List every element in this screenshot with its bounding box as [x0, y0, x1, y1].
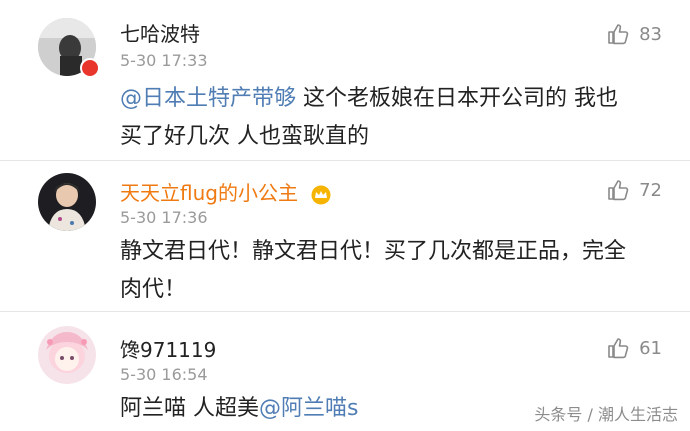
mention-link[interactable]: @阿兰喵s [259, 396, 358, 421]
comment-item: 七哈波特 5-30 17:33 83 @日本土特产带够 这个老板娘在日本开公司的… [0, 0, 690, 160]
comment-text: 阿兰喵 人超美@阿兰喵s [120, 390, 358, 428]
like-count: 83 [639, 23, 662, 45]
timestamp: 5-30 17:33 [120, 51, 208, 70]
like-button[interactable]: 61 [607, 336, 662, 360]
avatar[interactable] [38, 326, 96, 384]
avatar-image [38, 326, 96, 384]
comment-item: 天天立flug的小公主 5-30 17:36 72 静文君日代！静文君日代！买了… [0, 161, 690, 311]
thumbs-up-icon [608, 338, 629, 359]
comment-text: 静文君日代！静文君日代！买了几次都是正品，完全 肉代！ [120, 233, 626, 309]
thumbs-up-icon [608, 180, 629, 201]
watermark: 头条号 / 潮人生活志 [534, 405, 678, 424]
comment-text-line2: 买了好几次 人也蛮耿直的 [120, 124, 369, 149]
like-count: 72 [639, 179, 662, 201]
like-button[interactable]: 72 [607, 178, 662, 202]
mention-link[interactable]: @日本土特产带够 [120, 86, 296, 111]
comment-text-line2: 肉代！ [120, 277, 187, 302]
comment-text-before: 阿兰喵 人超美 [120, 396, 259, 421]
username[interactable]: 天天立flug的小公主 [120, 177, 332, 206]
like-count: 61 [639, 337, 662, 359]
comment-text-line1: 静文君日代！静文君日代！买了几次都是正品，完全 [120, 239, 627, 264]
comment-text: @日本土特产带够 这个老板娘在日本开公司的 我也 买了好几次 人也蛮耿直的 [120, 80, 618, 156]
crown-icon [311, 185, 331, 204]
username[interactable]: 七哈波特 [120, 18, 200, 47]
username-text: 天天立flug的小公主 [120, 181, 298, 205]
thumbs-up-icon [608, 24, 629, 45]
verified-badge-icon [80, 58, 100, 78]
like-button[interactable]: 83 [607, 22, 662, 46]
comment-text-line1: 这个老板娘在日本开公司的 我也 [296, 86, 619, 111]
avatar[interactable] [38, 173, 96, 231]
timestamp: 5-30 16:54 [120, 365, 208, 384]
timestamp: 5-30 17:36 [120, 208, 208, 227]
avatar-image [38, 173, 96, 231]
username[interactable]: 馋971119 [120, 334, 216, 363]
